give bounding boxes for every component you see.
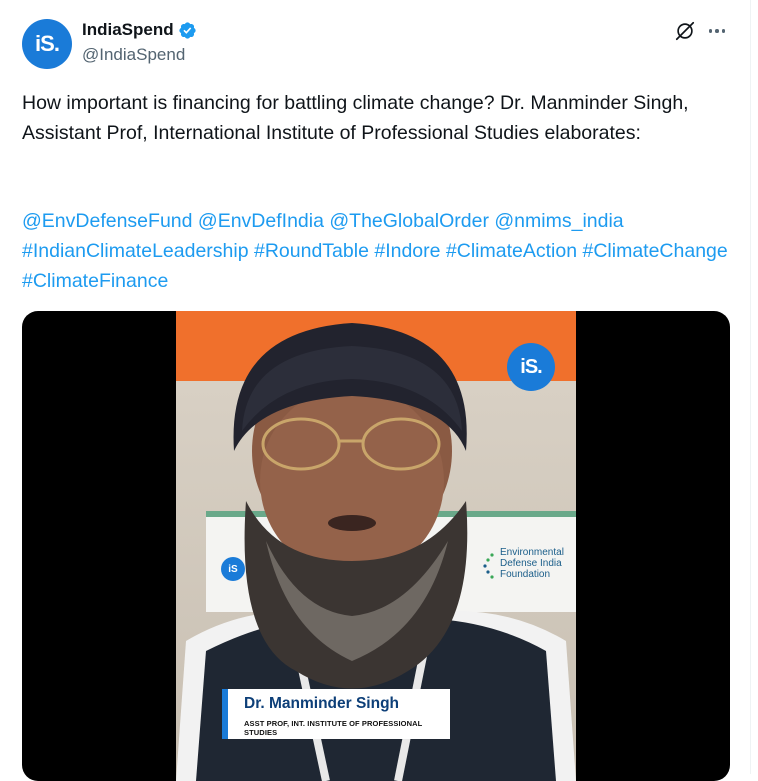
author-handle[interactable]: @IndiaSpend xyxy=(82,45,185,65)
author-name[interactable]: IndiaSpend xyxy=(82,20,174,40)
author-name-row: IndiaSpend xyxy=(82,20,197,40)
indiaspend-watermark-logo: iS. xyxy=(507,343,555,391)
mention-link[interactable]: @TheGlobalOrder xyxy=(329,210,489,232)
hashtag-link[interactable]: #ClimateFinance xyxy=(22,270,168,292)
verified-badge-icon xyxy=(179,21,196,39)
mention-link[interactable]: @EnvDefIndia xyxy=(198,210,324,232)
hashtag-link[interactable]: #RoundTable xyxy=(254,240,369,262)
speaker-title: ASST PROF, INT. INSTITUTE OF PROFESSIONA… xyxy=(244,719,423,737)
tweet-card[interactable]: iS. IndiaSpend @IndiaSpend How important… xyxy=(0,0,751,781)
hashtag-link[interactable]: #ClimateAction xyxy=(446,240,577,262)
lower-third-caption: Dr. Manminder Singh ASST PROF, INT. INST… xyxy=(222,689,450,739)
tweet-links: @EnvDefenseFund @EnvDefIndia @TheGlobalO… xyxy=(22,206,732,296)
mention-link[interactable]: @nmims_india xyxy=(494,210,623,232)
more-options-icon[interactable] xyxy=(706,20,728,42)
tweet-text: How important is financing for battling … xyxy=(22,92,689,144)
speaker-name: Dr. Manminder Singh xyxy=(244,695,400,712)
hashtag-link[interactable]: #Indore xyxy=(374,240,440,262)
hashtag-link[interactable]: #IndianClimateLeadership xyxy=(22,240,249,262)
grok-icon[interactable] xyxy=(674,20,696,42)
video-player[interactable]: iS MS Environmental Defense India Founda… xyxy=(22,311,730,781)
video-frame: iS MS Environmental Defense India Founda… xyxy=(176,311,576,781)
hashtag-link[interactable]: #ClimateChange xyxy=(582,240,727,262)
avatar[interactable]: iS. xyxy=(22,19,72,69)
mention-link[interactable]: @EnvDefenseFund xyxy=(22,210,192,232)
